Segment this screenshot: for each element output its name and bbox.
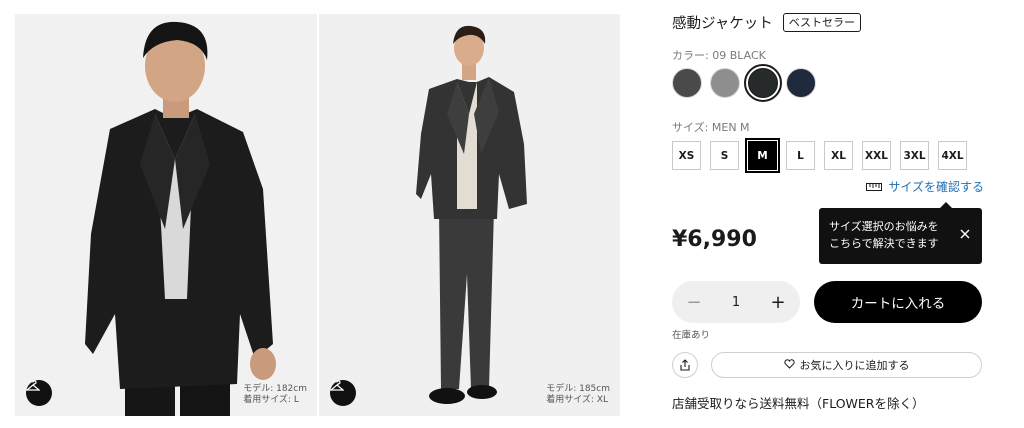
increase-quantity-button[interactable]: + — [770, 292, 786, 313]
model-caption-1: モデル: 182cm 着用サイズ: L — [243, 384, 307, 406]
size-4xl[interactable]: 4XL — [938, 141, 967, 170]
price: ¥6,990 — [672, 227, 757, 252]
product-title: 感動ジャケット — [672, 16, 773, 32]
quantity-stepper: − 1 + — [672, 281, 800, 323]
favorites-label: お気に入りに追加する — [799, 359, 910, 372]
ruler-icon — [866, 180, 883, 194]
share-button[interactable] — [672, 352, 698, 378]
title-row: 感動ジャケット ベストセラー — [672, 12, 862, 33]
size-label: サイズ: MEN M — [672, 121, 750, 134]
tooltip-line-2: こちらで解決できます — [829, 237, 939, 250]
decrease-quantity-button[interactable]: − — [686, 292, 702, 313]
size-guide-link[interactable]: サイズを確認する — [866, 178, 984, 195]
close-icon[interactable] — [960, 227, 970, 244]
size-3xl[interactable]: 3XL — [900, 141, 929, 170]
quantity-value[interactable]: 1 — [732, 295, 740, 310]
heart-icon — [783, 358, 795, 372]
swatch-navy[interactable] — [786, 68, 816, 98]
color-label: カラー: 09 BLACK — [672, 49, 766, 62]
product-photo-1[interactable]: モデル: 182cm 着用サイズ: L — [15, 14, 317, 416]
model-size: 着用サイズ: XL — [546, 395, 609, 405]
color-swatches — [672, 64, 816, 102]
size-xl[interactable]: XL — [824, 141, 853, 170]
fit-info-button[interactable] — [26, 380, 52, 406]
model-caption-2: モデル: 185cm 着用サイズ: XL — [546, 384, 610, 406]
share-icon — [679, 356, 691, 375]
fit-info-button[interactable] — [330, 380, 356, 406]
swatch-gray[interactable] — [710, 68, 740, 98]
size-help-tooltip: サイズ選択のお悩みを こちらで解決できます — [819, 202, 982, 264]
model-height: モデル: 182cm — [243, 384, 307, 394]
store-pickup-note: 店舗受取りなら送料無料（FLOWERを除く） — [672, 396, 925, 411]
model-height: モデル: 185cm — [546, 384, 610, 394]
size-xs[interactable]: XS — [672, 141, 701, 170]
swatch-black[interactable] — [744, 64, 782, 102]
model-illustration-1 — [15, 14, 317, 416]
bestseller-badge: ベストセラー — [782, 13, 862, 32]
stock-status: 在庫あり — [672, 330, 711, 341]
model-size: 着用サイズ: L — [243, 395, 299, 405]
add-to-favorites-button[interactable]: お気に入りに追加する — [711, 352, 982, 378]
size-xxl[interactable]: XXL — [862, 141, 891, 170]
size-m[interactable]: M — [745, 138, 780, 173]
swatch-dark-gray[interactable] — [672, 68, 702, 98]
tooltip-line-1: サイズ選択のお悩みを — [829, 220, 939, 233]
model-illustration-2 — [319, 14, 620, 416]
size-guide-label: サイズを確認する — [888, 180, 984, 194]
size-l[interactable]: L — [786, 141, 815, 170]
product-photo-2[interactable]: モデル: 185cm 着用サイズ: XL — [319, 14, 620, 416]
size-s[interactable]: S — [710, 141, 739, 170]
size-options: XS S M L XL XXL 3XL 4XL — [672, 138, 967, 173]
add-to-cart-button[interactable]: カートに入れる — [814, 281, 982, 323]
